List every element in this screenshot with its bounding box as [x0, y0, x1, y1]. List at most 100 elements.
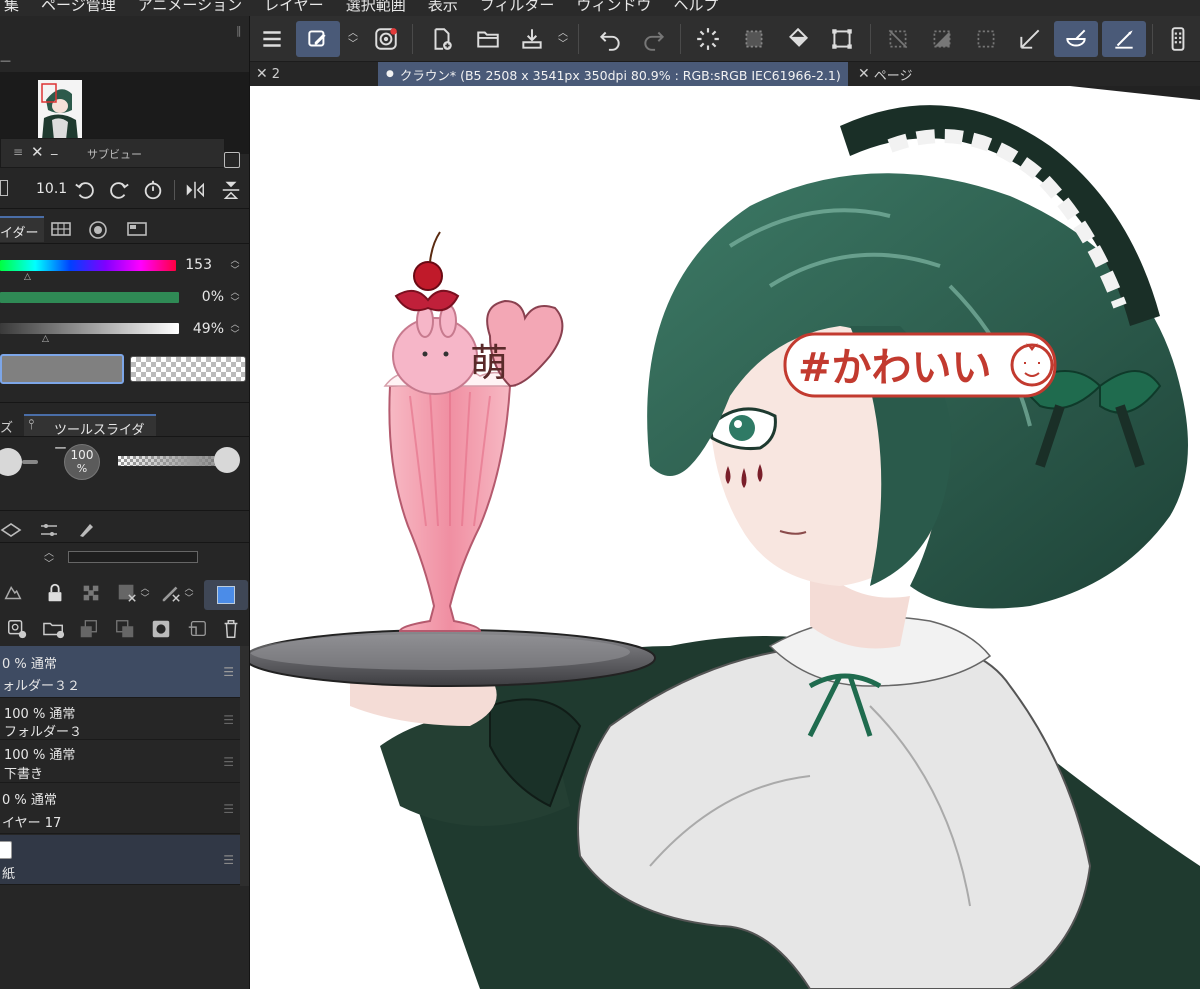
subview-floating-header[interactable]: ≡ ✕ _ サブビュー	[0, 138, 225, 168]
canvas-area[interactable]: #かわいい 萌	[250, 86, 1200, 989]
transfer-down-icon[interactable]	[78, 618, 100, 640]
smartphone-icon[interactable]	[1158, 21, 1198, 57]
color-wheel-icon[interactable]	[88, 220, 108, 240]
layer-menu-icon[interactable]: ☰	[223, 853, 234, 867]
tab-document-crown[interactable]: ● クラウン* (B5 2508 x 3541px 350dpi 80.9% :…	[378, 62, 848, 86]
menu-window[interactable]: ウィンドウ	[576, 0, 651, 13]
rotate-right-icon[interactable]	[108, 179, 130, 201]
saturation-value[interactable]: 0%	[182, 289, 224, 305]
layer-scrollbar[interactable]	[240, 646, 249, 886]
layer-menu-icon[interactable]: ☰	[223, 802, 234, 816]
menu-filter[interactable]: フィルター	[480, 0, 555, 13]
draft-stepper[interactable]: ︿ ﹀	[182, 584, 196, 604]
color-set-icon[interactable]	[50, 220, 72, 238]
hue-value[interactable]: 153	[176, 257, 212, 273]
lock-icon[interactable]	[44, 582, 66, 604]
layer-menu-icon[interactable]: ☰	[223, 713, 234, 727]
redo-icon[interactable]	[634, 21, 674, 57]
reference-stepper[interactable]: ︿ ﹀	[138, 584, 152, 604]
menu-animation[interactable]: アニメーション	[138, 0, 242, 13]
flip-horizontal-icon[interactable]	[184, 179, 206, 201]
delete-layer-icon[interactable]	[220, 618, 242, 640]
slider-marker-icon[interactable]: △	[42, 334, 49, 344]
menu-help[interactable]: ヘルプ	[673, 0, 718, 13]
layer-color-button[interactable]	[204, 580, 248, 610]
tab-tool-slider[interactable]: ⫯ ツールスライダー	[24, 414, 156, 457]
reference-layer-icon[interactable]	[116, 582, 138, 604]
menu-edit[interactable]: 集	[4, 0, 19, 13]
tab-brush-size[interactable]: ズ	[0, 414, 20, 436]
clipping-icon[interactable]	[2, 582, 24, 604]
minimize-icon[interactable]: _	[51, 141, 58, 156]
main-color-swatch[interactable]	[0, 354, 124, 384]
close-icon[interactable]: ✕	[858, 66, 870, 82]
saturation-slider[interactable]	[0, 292, 179, 303]
new-raster-layer-icon[interactable]	[6, 618, 28, 640]
blend-mode-stepper[interactable]: ︿ ﹀	[42, 548, 56, 570]
flip-vertical-icon[interactable]	[220, 179, 242, 201]
layer-opacity-bar[interactable]	[68, 551, 198, 563]
dock-grip-icon[interactable]: ‖	[236, 24, 242, 37]
layer-row[interactable]: 100 % 通常 フォルダー３ ☰	[0, 699, 240, 740]
grip-icon[interactable]: ≡	[13, 145, 23, 159]
menu-page-management[interactable]: ページ管理	[41, 0, 116, 13]
loading-spinner-icon[interactable]	[688, 21, 728, 57]
edit-pen-icon[interactable]	[296, 21, 340, 57]
layer-row[interactable]: 0 % 通常 ォルダー３２ ☰	[0, 646, 240, 698]
stabilizer-slider[interactable]	[118, 456, 218, 466]
snap-grid-icon[interactable]	[1102, 21, 1146, 57]
save-stepper[interactable]: ︿ ﹀	[556, 24, 570, 54]
sub-color-transparent-swatch[interactable]	[130, 356, 246, 382]
tab-document-2[interactable]: ✕ 2	[256, 62, 374, 86]
slider-marker-icon[interactable]: △	[24, 272, 31, 282]
layer-row[interactable]: 0 % 通常 イヤー 17 ☰	[0, 784, 240, 834]
brush-size-knob[interactable]	[0, 448, 22, 476]
draft-layer-icon[interactable]	[160, 582, 182, 604]
layer-property-icon[interactable]	[38, 521, 60, 539]
clear-selection-icon[interactable]	[734, 21, 774, 57]
saturation-stepper[interactable]: ︿ ﹀	[228, 288, 242, 308]
zoom-value[interactable]: 10.1	[36, 181, 67, 197]
companion-icon[interactable]	[366, 21, 406, 57]
menu-layer[interactable]: レイヤー	[264, 0, 324, 13]
hue-stepper[interactable]: ︿ ﹀	[228, 256, 242, 276]
new-file-icon[interactable]	[422, 21, 462, 57]
tab-page[interactable]: ✕ ページ	[858, 62, 978, 86]
gradient-mask-icon[interactable]	[922, 21, 962, 57]
frame-icon[interactable]	[0, 180, 8, 196]
snap-special-ruler-icon[interactable]	[1054, 21, 1098, 57]
stabilizer-knob[interactable]	[214, 447, 240, 473]
brightness-slider[interactable]	[0, 323, 179, 334]
lock-transparency-icon[interactable]	[80, 582, 102, 604]
selection-border-icon[interactable]	[966, 21, 1006, 57]
close-icon[interactable]: ✕	[256, 66, 268, 82]
save-icon[interactable]	[512, 21, 552, 57]
apply-mask-icon[interactable]	[186, 618, 208, 640]
tool-stepper[interactable]: ︿ ﹀	[346, 24, 360, 54]
hamburger-menu-icon[interactable]	[252, 21, 292, 57]
open-folder-icon[interactable]	[468, 21, 508, 57]
brightness-stepper[interactable]: ︿ ﹀	[228, 320, 242, 340]
combine-down-icon[interactable]	[114, 618, 136, 640]
layer-menu-icon[interactable]: ☰	[223, 665, 234, 679]
fit-view-icon[interactable]	[224, 152, 240, 168]
brush-tab-icon[interactable]	[76, 521, 98, 539]
close-icon[interactable]: ✕	[31, 143, 44, 161]
undo-icon[interactable]	[590, 21, 630, 57]
rotate-left-icon[interactable]	[74, 179, 96, 201]
fill-bucket-icon[interactable]	[778, 21, 818, 57]
layer-row[interactable]: 100 % 通常 下書き ☰	[0, 741, 240, 783]
layer-menu-icon[interactable]: ☰	[223, 755, 234, 769]
hide-selection-icon[interactable]	[878, 21, 918, 57]
layer-row-paper[interactable]: 紙 ☰	[0, 835, 240, 885]
tab-color-slider[interactable]: イダー	[0, 216, 44, 242]
hue-slider[interactable]	[0, 260, 176, 271]
layer-mask-icon[interactable]	[150, 618, 172, 640]
transform-icon[interactable]	[822, 21, 862, 57]
brush-size-track[interactable]	[22, 460, 38, 464]
minimize-icon[interactable]: —	[0, 54, 14, 68]
color-history-icon[interactable]	[126, 220, 148, 238]
menu-selection[interactable]: 選択範囲	[346, 0, 406, 13]
menu-view[interactable]: 表示	[428, 0, 458, 13]
opacity-dial[interactable]: 100 %	[64, 444, 100, 480]
